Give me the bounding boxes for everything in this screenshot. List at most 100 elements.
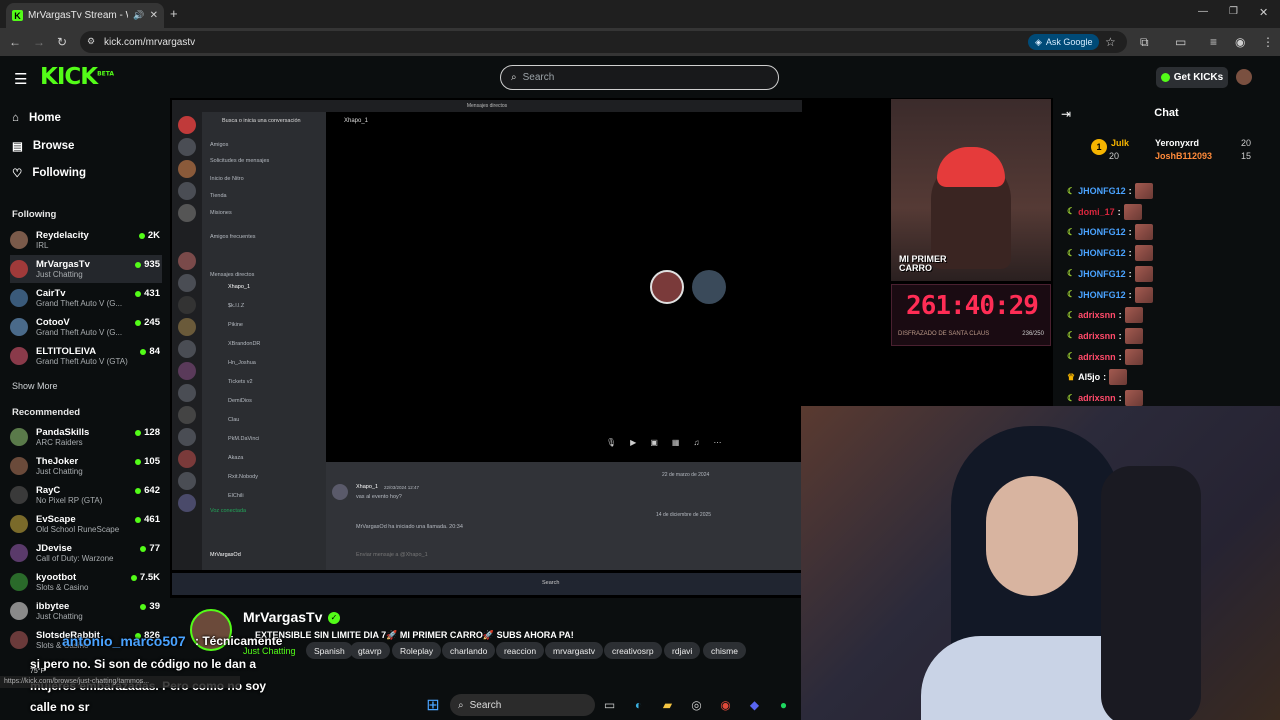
- tag-rdjavi[interactable]: rdjavi: [664, 642, 701, 659]
- share-icon[interactable]: ▣: [650, 438, 658, 447]
- browser-menu-icon[interactable]: ⋮: [1262, 35, 1274, 49]
- collapse-chat-icon[interactable]: ⇥: [1061, 107, 1071, 121]
- viewer-count: 642: [135, 485, 160, 496]
- following-channel[interactable]: MrVargasTv Just Chatting 935: [10, 255, 162, 283]
- dm-item[interactable]: Xhapo_1: [228, 284, 250, 290]
- edge-icon[interactable]: ◐: [624, 698, 653, 712]
- recommended-channel[interactable]: EvScape Old School RuneScape 461: [10, 510, 162, 538]
- minimize-icon[interactable]: —: [1198, 6, 1208, 17]
- chat-username[interactable]: JHONFG12: [1078, 248, 1126, 258]
- chat-username[interactable]: JHONFG12: [1078, 269, 1126, 279]
- channel-name[interactable]: MrVargasTv: [243, 609, 322, 625]
- activity-icon[interactable]: ▦: [672, 438, 680, 447]
- task-view-icon[interactable]: ▭: [595, 698, 624, 712]
- file-explorer-icon[interactable]: ▰: [653, 698, 682, 712]
- menu-misiones[interactable]: Misiones: [210, 210, 232, 216]
- ask-google-button[interactable]: ◈ Ask Google: [1028, 34, 1100, 50]
- recommended-channel[interactable]: RayC No Pixel RP (GTA) 642: [10, 481, 162, 509]
- site-info-icon[interactable]: ⚙: [87, 36, 95, 47]
- dm-item[interactable]: ElChili: [228, 493, 244, 499]
- chat-username[interactable]: adrixsnn: [1078, 393, 1116, 403]
- chat-username[interactable]: adrixsnn: [1078, 310, 1116, 320]
- soundboard-icon[interactable]: ♫: [693, 438, 699, 447]
- window-close-icon[interactable]: ✕: [1259, 6, 1268, 19]
- search-input[interactable]: ⌕ Search: [500, 65, 779, 90]
- recommended-channel[interactable]: JDevise Call of Duty: Warzone 77: [10, 539, 162, 567]
- chat-username[interactable]: JHONFG12: [1078, 186, 1126, 196]
- following-channel[interactable]: CairTv Grand Theft Auto V (G... 431: [10, 284, 162, 312]
- nav-home[interactable]: ⌂ Home: [12, 112, 61, 124]
- speaker-icon: 🔊: [133, 10, 145, 20]
- following-channel[interactable]: Reydelacity IRL 2K: [10, 226, 162, 254]
- forward-icon[interactable]: →: [33, 35, 45, 49]
- reload-icon[interactable]: ↻: [57, 35, 67, 49]
- moon-badge-icon: ☾: [1067, 226, 1076, 237]
- dm-item[interactable]: Akaza: [228, 455, 243, 461]
- nav-following[interactable]: ♡ Following: [12, 166, 86, 180]
- dm-item[interactable]: Clau: [228, 417, 239, 423]
- tag-gtavrp[interactable]: gtavrp: [350, 642, 390, 659]
- nav-browse[interactable]: ▤ Browse: [12, 139, 74, 153]
- show-more-link[interactable]: Show More: [12, 381, 58, 391]
- tag-roleplay[interactable]: Roleplay: [392, 642, 442, 659]
- hamburger-menu-icon[interactable]: ☰: [14, 70, 27, 88]
- profile-icon[interactable]: ◉: [1235, 35, 1245, 49]
- chat-username[interactable]: domi_17: [1078, 207, 1115, 217]
- dm-item[interactable]: Hn_Joshua: [228, 360, 256, 366]
- restore-icon[interactable]: ❐: [1229, 6, 1238, 17]
- tag-charlando[interactable]: charlando: [442, 642, 496, 659]
- dm-item[interactable]: Rxit.Nobody: [228, 474, 258, 480]
- tab-close-icon[interactable]: ✕: [150, 10, 158, 21]
- tag-chisme[interactable]: chisme: [703, 642, 746, 659]
- following-channel[interactable]: ELTITOLEIVA Grand Theft Auto V (GTA) 84: [10, 342, 162, 370]
- viewer-count: 128: [135, 427, 160, 438]
- camera-icon[interactable]: ▶: [630, 438, 636, 447]
- media-icon[interactable]: ≡: [1210, 35, 1217, 49]
- recommended-channel[interactable]: kyootbot Slots & Casino 7.5K: [10, 568, 162, 596]
- message-input[interactable]: Enviar mensaje a @Xhapo_1: [356, 552, 428, 558]
- search-conversation[interactable]: Busca o inicia una conversación: [222, 118, 301, 124]
- recommended-channel[interactable]: TheJoker Just Chatting 105: [10, 452, 162, 480]
- dm-item[interactable]: Tickets v2: [228, 379, 253, 385]
- menu-nitro[interactable]: Inicio de Nitro: [210, 176, 244, 182]
- chat-username[interactable]: JHONFG12: [1078, 290, 1126, 300]
- tag-reaccion[interactable]: reaccion: [496, 642, 545, 659]
- chat-username[interactable]: JHONFG12: [1078, 227, 1126, 237]
- discord-icon[interactable]: ◆: [740, 698, 769, 712]
- recommended-channel[interactable]: ibbytee Just Chatting 39: [10, 597, 162, 625]
- chrome-icon[interactable]: ◉: [711, 698, 740, 712]
- tag-creativosrp[interactable]: creativosrp: [604, 642, 662, 659]
- dm-item[interactable]: DemiDios: [228, 398, 252, 404]
- user-avatar[interactable]: [1236, 69, 1252, 85]
- chat-username[interactable]: adrixsnn: [1078, 331, 1116, 341]
- taskbar-search[interactable]: ⌕ Search: [450, 694, 595, 716]
- tag-mrvargastv[interactable]: mrvargastv: [545, 642, 604, 659]
- following-channel[interactable]: CotooV Grand Theft Auto V (G... 245: [10, 313, 162, 341]
- spotify-icon[interactable]: ●: [769, 698, 798, 712]
- chat-username[interactable]: Al5jo: [1078, 372, 1100, 382]
- leader-3-name: JoshB112093: [1155, 151, 1213, 161]
- cast-icon[interactable]: ▭: [1175, 35, 1186, 49]
- extensions-icon[interactable]: ⧉: [1140, 35, 1149, 50]
- kick-logo[interactable]: KICKBETA: [40, 64, 114, 90]
- menu-solicitudes[interactable]: Solicitudes de mensajes: [210, 158, 269, 164]
- steam-icon[interactable]: ◎: [682, 698, 711, 712]
- dm-item[interactable]: XBrandonDR: [228, 341, 260, 347]
- dm-item[interactable]: Pikine: [228, 322, 243, 328]
- get-kicks-button[interactable]: Get KICKs: [1156, 67, 1228, 88]
- tag-spanish[interactable]: Spanish: [306, 642, 353, 659]
- chat-username[interactable]: adrixsnn: [1078, 352, 1116, 362]
- address-bar[interactable]: ⚙ kick.com/mrvargastv: [80, 31, 1127, 53]
- menu-amigos[interactable]: Amigos: [210, 142, 228, 148]
- windows-start-icon[interactable]: ⊞: [420, 695, 446, 715]
- menu-tienda[interactable]: Tienda: [210, 193, 227, 199]
- mic-icon[interactable]: 🎙: [606, 438, 616, 447]
- bookmark-star-icon[interactable]: ☆: [1105, 35, 1116, 49]
- dm-item[interactable]: $k.l.l.Z: [228, 303, 244, 309]
- recommended-channel[interactable]: PandaSkills ARC Raiders 128: [10, 423, 162, 451]
- more-icon[interactable]: ⋯: [713, 438, 721, 447]
- back-icon[interactable]: ←: [9, 35, 21, 49]
- new-tab-icon[interactable]: +: [170, 6, 178, 21]
- dm-item[interactable]: PkM.DaVinci: [228, 436, 259, 442]
- browser-tab[interactable]: K MrVargasTv Stream - Watc 🔊 ✕: [6, 3, 164, 28]
